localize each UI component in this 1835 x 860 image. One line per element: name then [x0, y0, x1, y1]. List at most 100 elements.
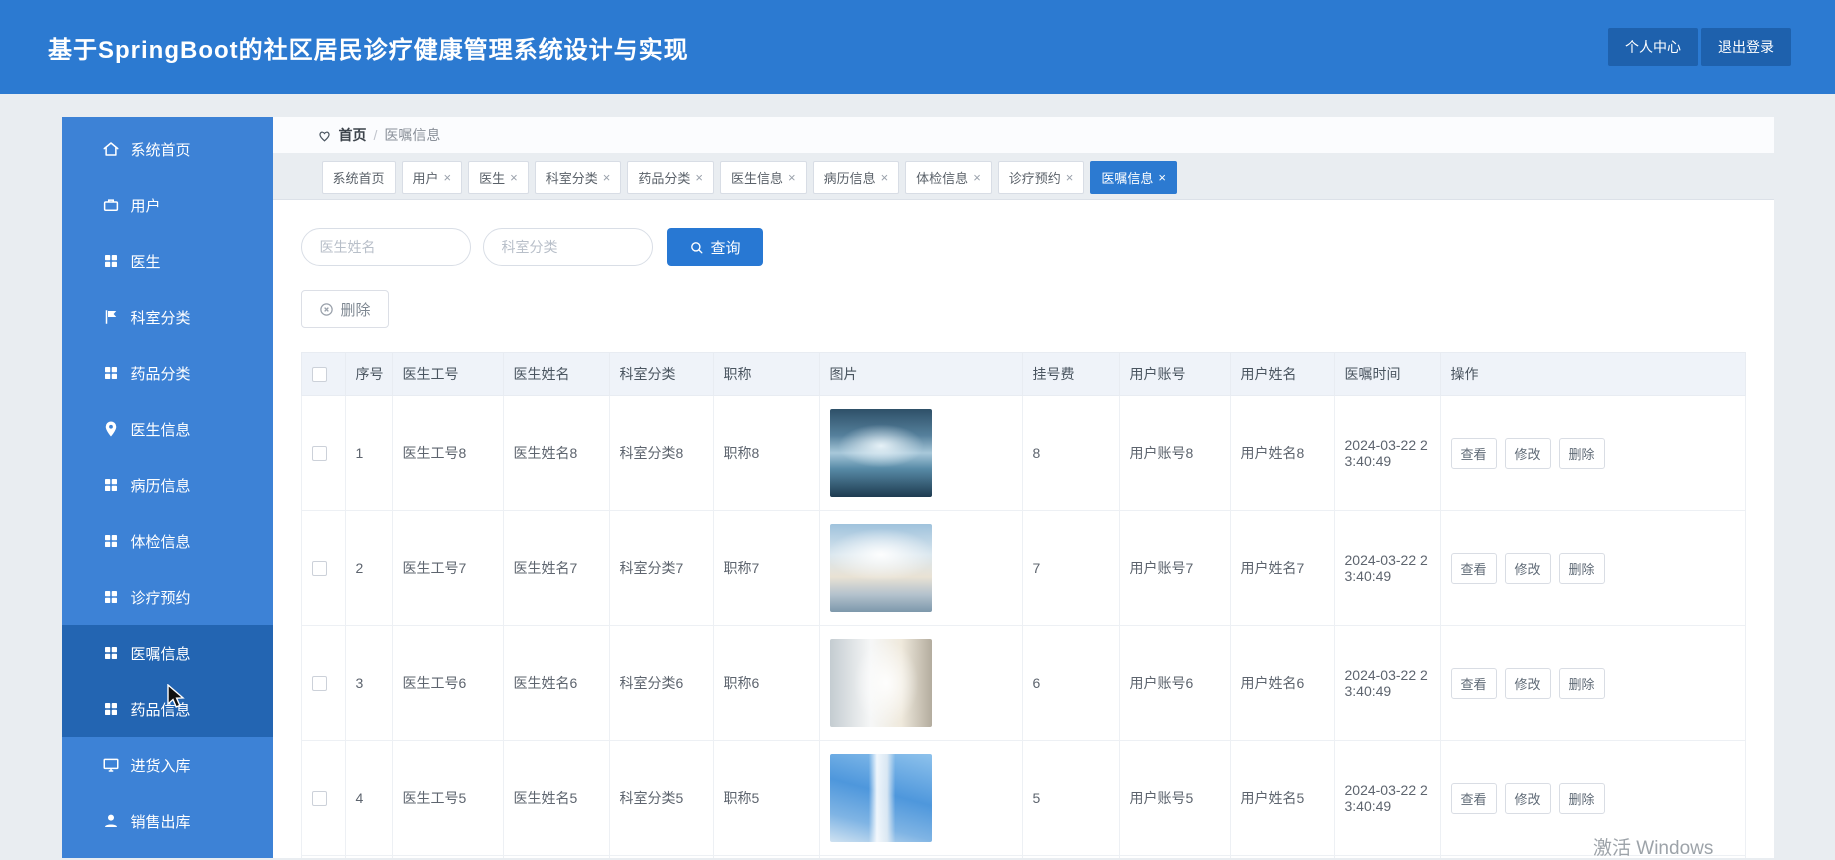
app-title: 基于SpringBoot的社区居民诊疗健康管理系统设计与实现: [48, 36, 689, 64]
select-all-checkbox[interactable]: [311, 367, 327, 383]
cell-seq: 4: [344, 740, 393, 856]
breadcrumb: 首页 / 医嘱信息: [272, 117, 1774, 153]
row-checkbox[interactable]: [311, 561, 327, 577]
view-button[interactable]: 查看: [1450, 667, 1497, 699]
sidebar-item-2[interactable]: 医生: [62, 233, 273, 289]
query-button-label: 查询: [710, 239, 741, 257]
edit-button[interactable]: 修改: [1504, 782, 1551, 814]
cell-staff_no: 医生工号7: [391, 510, 504, 626]
close-icon[interactable]: ×: [881, 171, 889, 184]
view-button[interactable]: 查看: [1450, 437, 1497, 469]
sidebar-item-label: 科室分类: [130, 309, 191, 327]
column-header: 用户账号: [1118, 352, 1231, 396]
view-button[interactable]: 查看: [1450, 552, 1497, 584]
view-button[interactable]: 查看: [1450, 782, 1497, 814]
logout-button[interactable]: 退出登录: [1701, 28, 1791, 66]
sidebar-item-8[interactable]: 诊疗预约: [62, 569, 273, 625]
tab-7[interactable]: 体检信息 ×: [905, 161, 992, 194]
cell-doctor_name: 医生姓名5: [502, 740, 610, 856]
tab-label: 医生: [479, 171, 506, 186]
edit-button[interactable]: 修改: [1504, 667, 1551, 699]
cell-user_name: 用户姓名6: [1229, 625, 1335, 741]
sidebar-item-11[interactable]: 进货入库: [62, 737, 273, 793]
cell-seq: 3: [344, 625, 393, 741]
doctor-name-input[interactable]: [300, 228, 471, 266]
sidebar-item-1[interactable]: 用户: [62, 177, 273, 233]
tab-5[interactable]: 医生信息 ×: [719, 161, 807, 194]
breadcrumb-home[interactable]: 首页: [339, 125, 367, 145]
row-checkbox[interactable]: [311, 676, 327, 692]
close-icon[interactable]: ×: [788, 171, 796, 184]
sidebar-item-12[interactable]: 销售出库: [62, 793, 273, 849]
cell-doctor_name: 医生姓名8: [502, 395, 610, 511]
row-checkbox[interactable]: [311, 791, 327, 807]
tab-3[interactable]: 科室分类 ×: [534, 161, 622, 194]
profile-button[interactable]: 个人中心: [1608, 28, 1698, 66]
column-header: 职称: [712, 352, 820, 396]
sidebar-item-4[interactable]: 药品分类: [62, 345, 273, 401]
person-icon: [102, 812, 120, 830]
header-actions: 个人中心 退出登录: [1608, 28, 1791, 66]
delete-row-button[interactable]: 删除: [1558, 552, 1605, 584]
delete-row-button[interactable]: 删除: [1558, 437, 1605, 469]
delete-row-button[interactable]: 删除: [1558, 782, 1605, 814]
close-icon[interactable]: ×: [603, 171, 611, 184]
cell-time: 2024-03-22 23:40:49: [1333, 395, 1441, 511]
column-header: 操作: [1439, 352, 1746, 396]
cell-job_title: 职称5: [712, 740, 820, 856]
dept-input[interactable]: [482, 228, 653, 266]
record-image: [829, 409, 932, 497]
row-checkbox[interactable]: [311, 446, 327, 462]
edit-button[interactable]: 修改: [1504, 437, 1551, 469]
close-icon[interactable]: ×: [1066, 171, 1074, 184]
column-header: 医嘱时间: [1333, 352, 1441, 396]
sidebar-item-label: 医生信息: [130, 421, 191, 439]
cell-time: 2024-03-22 23:40:49: [1333, 740, 1441, 856]
close-icon[interactable]: ×: [1158, 171, 1166, 184]
cell-doctor_name: 医生姓名6: [502, 625, 610, 741]
tab-bar: 系统首页 用户 × 医生 × 科室分类 × 药品分类 × 医生信息 × 病历信息 × 体检信息 × 诊疗预约 ×…: [272, 153, 1774, 200]
circle-close-icon: [319, 302, 334, 317]
tab-label: 诊疗预约: [1008, 171, 1061, 186]
grid-icon: [102, 364, 120, 382]
sidebar-item-6[interactable]: 病历信息: [62, 457, 273, 513]
tab-9[interactable]: 医嘱信息 ×: [1090, 161, 1177, 194]
app-header: 基于SpringBoot的社区居民诊疗健康管理系统设计与实现 个人中心 退出登录: [0, 0, 1835, 94]
content-card: 查询 删除 序号医生工号医生姓名科: [272, 200, 1774, 858]
briefcase-icon: [102, 196, 120, 214]
tab-0[interactable]: 系统首页: [321, 161, 396, 194]
tab-2[interactable]: 医生 ×: [468, 161, 529, 194]
tab-4[interactable]: 药品分类 ×: [627, 161, 714, 194]
close-icon[interactable]: ×: [510, 171, 518, 184]
column-header: 科室分类: [608, 352, 714, 396]
column-header: 用户姓名: [1229, 352, 1335, 396]
tab-8[interactable]: 诊疗预约 ×: [997, 161, 1085, 194]
sidebar-item-10[interactable]: 药品信息: [61, 681, 273, 737]
close-icon[interactable]: ×: [695, 171, 703, 184]
edit-button[interactable]: 修改: [1504, 552, 1551, 584]
cell-account: 用户账号5: [1118, 740, 1231, 856]
close-icon[interactable]: ×: [973, 171, 981, 184]
cell-image: [818, 625, 1023, 741]
tab-6[interactable]: 病历信息 ×: [812, 161, 900, 194]
delete-row-button[interactable]: 删除: [1558, 667, 1605, 699]
sidebar-item-3[interactable]: 科室分类: [62, 289, 273, 345]
tab-label: 体检信息: [916, 171, 969, 186]
column-header: 图片: [818, 352, 1023, 396]
grid-icon: [102, 644, 120, 662]
close-icon[interactable]: ×: [444, 171, 452, 184]
sidebar-item-7[interactable]: 体检信息: [62, 513, 273, 569]
batch-delete-button[interactable]: 删除: [300, 290, 389, 328]
cell-actions: 查看修改删除: [1439, 625, 1746, 741]
sidebar-item-5[interactable]: 医生信息: [62, 401, 273, 457]
tab-label: 药品分类: [638, 171, 691, 186]
cell-account: 用户账号8: [1118, 395, 1231, 511]
cell-actions: 查看修改删除: [1439, 395, 1746, 511]
tab-1[interactable]: 用户 ×: [401, 161, 463, 194]
cell-dept: 科室分类6: [608, 625, 714, 741]
cell-time: 2024-03-22 23:40:49: [1333, 625, 1441, 741]
sidebar-item-9[interactable]: 医嘱信息: [61, 625, 273, 681]
sidebar-item-0[interactable]: 系统首页: [62, 121, 273, 177]
query-button[interactable]: 查询: [666, 228, 763, 266]
cell-dept: 科室分类5: [608, 740, 714, 856]
